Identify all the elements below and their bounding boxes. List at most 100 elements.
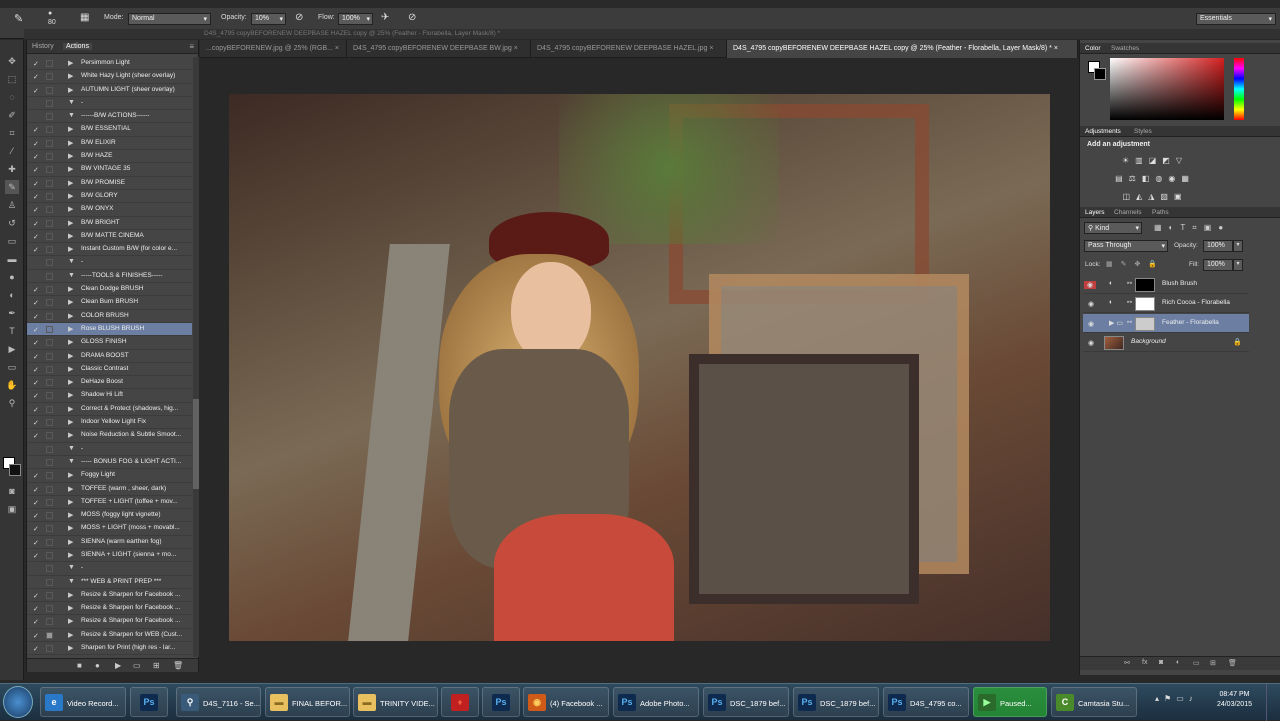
check-icon[interactable]: ✓ bbox=[33, 206, 39, 214]
dialog-toggle-icon[interactable] bbox=[46, 339, 53, 347]
healing-tool-icon[interactable]: ✚ bbox=[5, 162, 19, 176]
actions-scroll-thumb[interactable] bbox=[193, 399, 199, 489]
dialog-toggle-icon[interactable] bbox=[46, 60, 53, 67]
doc-tab[interactable]: ...copyBEFORENEW.jpg @ 25% (RGB... × bbox=[200, 40, 347, 58]
collapse-triangle-icon[interactable]: ▶ bbox=[68, 192, 73, 200]
dialog-toggle-icon[interactable] bbox=[46, 538, 53, 546]
action-row[interactable]: ▼ - bbox=[27, 256, 192, 270]
color-spectrum-field[interactable] bbox=[1110, 58, 1224, 120]
collapse-triangle-icon[interactable]: ▶ bbox=[68, 325, 73, 333]
check-icon[interactable]: ✓ bbox=[33, 539, 39, 547]
layer-row[interactable]: ◉ ▶ ▭ ⚯ Feather - Florabella bbox=[1083, 313, 1249, 333]
group-icon[interactable]: ▭ bbox=[1193, 659, 1200, 667]
collapse-triangle-icon[interactable]: ▶ bbox=[68, 352, 73, 360]
check-icon[interactable]: ✓ bbox=[33, 366, 39, 374]
dialog-toggle-icon[interactable] bbox=[46, 352, 53, 360]
dialog-toggle-icon[interactable] bbox=[46, 618, 53, 626]
taskbar-item[interactable]: ▬ FINAL BEFOR... bbox=[265, 687, 350, 717]
action-row[interactable]: ✓ ▶ Correct & Protect (shadows, hig... bbox=[27, 403, 192, 417]
expand-triangle-icon[interactable]: ▼ bbox=[68, 445, 75, 452]
chain-link-icon[interactable]: ⚯ bbox=[1127, 280, 1132, 287]
photo-filter-icon[interactable]: ◍ bbox=[1155, 174, 1168, 183]
dialog-toggle-icon[interactable] bbox=[46, 272, 53, 280]
check-icon[interactable]: ✓ bbox=[33, 605, 39, 613]
dialog-toggle-icon[interactable] bbox=[46, 232, 53, 240]
action-row[interactable]: ✓ ▶ Indoor Yellow Light Fix bbox=[27, 416, 192, 430]
check-icon[interactable]: ✓ bbox=[33, 153, 39, 161]
dialog-toggle-icon[interactable] bbox=[46, 432, 53, 440]
collapse-triangle-icon[interactable]: ▶ bbox=[68, 59, 73, 67]
action-row[interactable]: ▼ - bbox=[27, 443, 192, 456]
layer-mask-thumbnail[interactable] bbox=[1135, 297, 1155, 312]
action-row[interactable]: ✓ ▶ Clean Burn BRUSH bbox=[27, 296, 192, 310]
visibility-eye-icon[interactable]: ◉ bbox=[1084, 281, 1097, 289]
check-icon[interactable]: ✓ bbox=[33, 632, 39, 640]
actions-scrollbar[interactable] bbox=[193, 57, 199, 657]
dialog-toggle-icon[interactable] bbox=[46, 113, 53, 121]
collapse-triangle-icon[interactable]: ▶ bbox=[68, 205, 73, 213]
link-icon[interactable]: ⚯ bbox=[1124, 659, 1130, 667]
bw-icon[interactable]: ◧ bbox=[1142, 174, 1156, 183]
tab-styles[interactable]: Styles bbox=[1134, 128, 1152, 135]
check-icon[interactable]: ✓ bbox=[33, 392, 39, 400]
collapse-triangle-icon[interactable]: ▶ bbox=[68, 219, 73, 227]
dialog-toggle-icon[interactable] bbox=[46, 219, 53, 227]
curves-icon[interactable]: ◪ bbox=[1149, 156, 1163, 165]
dialog-toggle-icon[interactable] bbox=[46, 472, 53, 480]
check-icon[interactable]: ✓ bbox=[33, 60, 39, 68]
color-balance-icon[interactable]: ⚖ bbox=[1129, 174, 1142, 183]
expand-triangle-icon[interactable]: ▼ bbox=[68, 99, 75, 106]
action-row[interactable]: ✓ ▶ B/W ESSENTIAL bbox=[27, 123, 192, 137]
taskbar-item[interactable]: ⚲ D4S_7116 - Se... bbox=[176, 687, 261, 717]
quick-mask-icon[interactable]: ◙ bbox=[5, 484, 19, 498]
play-icon[interactable]: ▶ bbox=[115, 661, 121, 670]
check-icon[interactable]: ✓ bbox=[33, 87, 39, 95]
layer-kind-filter[interactable]: ⚲ Kind ▾ bbox=[1084, 222, 1142, 234]
check-icon[interactable]: ✓ bbox=[33, 326, 39, 334]
dodge-tool-icon[interactable]: ◐ bbox=[5, 288, 19, 302]
layer-row[interactable]: ◉ 🔒 Background bbox=[1083, 333, 1249, 353]
dialog-toggle-icon[interactable] bbox=[46, 73, 53, 81]
dialog-toggle-icon[interactable] bbox=[46, 312, 53, 320]
action-row[interactable]: ▼ ------B/W ACTIONS------ bbox=[27, 110, 192, 124]
collapse-triangle-icon[interactable]: ▶ bbox=[68, 72, 73, 80]
taskbar-item[interactable]: C Camtasia Stu... bbox=[1051, 687, 1137, 717]
selective-color-icon[interactable]: ▣ bbox=[1174, 192, 1188, 201]
collapse-triangle-icon[interactable]: ▶ bbox=[68, 644, 73, 652]
fx-icon[interactable]: fx bbox=[1142, 659, 1147, 666]
collapse-triangle-icon[interactable]: ▶ bbox=[68, 431, 73, 439]
brush-panel-icon[interactable]: ▦ bbox=[80, 12, 89, 23]
blend-mode-select[interactable]: Pass Through ▾ bbox=[1084, 240, 1168, 252]
layer-mask-thumbnail[interactable] bbox=[1135, 278, 1155, 292]
layer-opacity-dropdown[interactable]: ▾ bbox=[1233, 240, 1243, 252]
collapse-triangle-icon[interactable]: ▶ bbox=[68, 604, 73, 612]
hue-sat-icon[interactable]: ▤ bbox=[1115, 174, 1129, 183]
action-row[interactable]: ✓ ▶ B/W PROMISE bbox=[27, 177, 192, 190]
action-row[interactable]: ✓ ▶ DRAMA BOOST bbox=[27, 350, 192, 363]
dialog-toggle-icon[interactable] bbox=[46, 179, 53, 187]
tab-history[interactable]: History bbox=[32, 43, 54, 50]
eyedropper-tool-icon[interactable]: ⁄ bbox=[5, 144, 19, 158]
dialog-toggle-icon[interactable] bbox=[46, 192, 53, 200]
chain-link-icon[interactable]: ⚯ bbox=[1127, 299, 1132, 306]
action-row[interactable]: ✓ ▶ Shadow Hi Lift bbox=[27, 389, 192, 403]
action-row[interactable]: ✓ ▶ B/W BRIGHT bbox=[27, 217, 192, 230]
check-icon[interactable]: ✓ bbox=[33, 379, 39, 387]
tab-adjustments[interactable]: Adjustments bbox=[1085, 128, 1121, 135]
dialog-toggle-icon[interactable] bbox=[46, 551, 53, 559]
dialog-toggle-icon[interactable] bbox=[46, 645, 53, 653]
check-icon[interactable]: ✓ bbox=[33, 339, 39, 347]
dialog-toggle-icon[interactable] bbox=[46, 631, 53, 639]
layer-thumbnail[interactable] bbox=[1104, 336, 1124, 351]
dialog-toggle-icon[interactable] bbox=[46, 379, 53, 387]
blur-tool-icon[interactable]: ● bbox=[5, 270, 19, 284]
action-row[interactable]: ✓ ▶ Rose BLUSH BRUSH bbox=[27, 322, 192, 337]
background-color-swatch[interactable] bbox=[9, 464, 21, 476]
dialog-toggle-icon[interactable] bbox=[46, 578, 53, 586]
dialog-toggle-icon[interactable] bbox=[46, 525, 53, 533]
collapse-triangle-icon[interactable]: ▶ bbox=[68, 338, 73, 346]
action-row[interactable]: ✓ ▶ Resize & Sharpen for WEB (Cust... bbox=[27, 629, 192, 643]
check-icon[interactable]: ✓ bbox=[33, 592, 39, 600]
gradient-tool-icon[interactable]: ▬ bbox=[5, 252, 19, 266]
action-row[interactable]: ✓ ▶ AUTUMN LIGHT (sheer overlay) bbox=[27, 84, 192, 97]
